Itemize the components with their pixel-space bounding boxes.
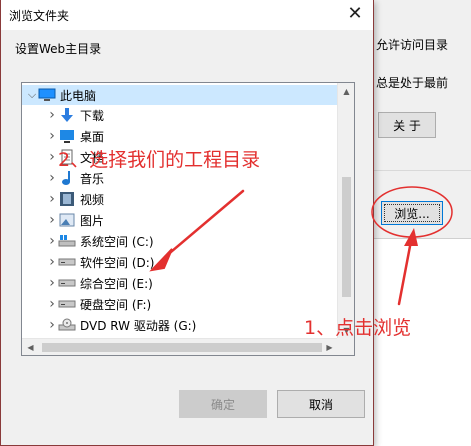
chevron-right-icon[interactable]: ›	[46, 254, 58, 270]
tree-item[interactable]: › 桌面	[22, 126, 338, 146]
chevron-down-icon[interactable]: ⌵	[26, 88, 38, 102]
tree-item-label: 桌面	[80, 129, 105, 144]
chevron-right-icon[interactable]: ›	[46, 212, 58, 228]
desktop-icon	[58, 128, 76, 144]
vertical-scroll-thumb[interactable]	[342, 177, 351, 297]
tree-item[interactable]: › 图片	[22, 210, 338, 230]
log-area	[370, 238, 471, 446]
dvd-drive-icon	[58, 317, 76, 333]
tree-item[interactable]: › 综合空间 (E:)	[22, 273, 338, 293]
tree-item-label: 视频	[80, 192, 105, 207]
ok-button[interactable]: 确定	[179, 390, 267, 418]
cancel-button[interactable]: 取消	[277, 390, 365, 418]
tree-item-label: 硬盘空间 (F:)	[80, 297, 152, 312]
tree-item[interactable]: › 下载	[22, 105, 338, 125]
video-icon	[58, 191, 76, 207]
dialog-prompt: 设置Web主目录	[15, 42, 102, 56]
tree-item-this-pc[interactable]: ⌵ 此电脑	[22, 85, 338, 105]
scrollbar-corner	[337, 338, 354, 355]
about-button[interactable]: 关 于	[378, 112, 436, 138]
drive-icon	[58, 275, 76, 291]
chevron-right-icon[interactable]: ›	[46, 233, 58, 249]
scroll-right-icon[interactable]: ▶	[321, 339, 338, 355]
chevron-right-icon[interactable]: ›	[46, 149, 58, 165]
tree-item-label: 音乐	[80, 171, 105, 186]
panel-divider	[370, 170, 471, 171]
folder-tree-rows: ⌵ 此电脑 › 下载 › 桌面 › 文档 › 音乐 › 视频 › 图片 › 系统空间 (C:) › 软件空间 (D…	[22, 83, 338, 353]
dialog-title: 浏览文件夹	[9, 9, 70, 23]
step1-annotation: 1、点击浏览	[304, 317, 412, 339]
picture-icon	[58, 212, 76, 228]
vertical-scrollbar[interactable]: ▲ ▼	[337, 83, 354, 339]
tree-item-label: 此电脑	[60, 88, 97, 103]
chevron-right-icon[interactable]: ›	[46, 296, 58, 312]
chevron-right-icon[interactable]: ›	[46, 107, 58, 123]
browse-folder-dialog: 浏览文件夹 ✕ 设置Web主目录 ⌵ 此电脑 › 下载 › 桌面 › 文档 › 音乐 › 视频 › 图片 ›…	[0, 0, 374, 446]
chevron-right-icon[interactable]: ›	[46, 191, 58, 207]
chevron-right-icon[interactable]: ›	[46, 170, 58, 186]
tree-item-label: 系统空间 (C:)	[80, 234, 154, 249]
download-icon	[58, 107, 76, 123]
music-icon	[58, 170, 76, 186]
chevron-right-icon[interactable]: ›	[46, 275, 58, 291]
tree-item-label: 软件空间 (D:)	[80, 255, 155, 270]
step2-annotation: 2、选择我们的工程目录	[58, 149, 261, 171]
tree-item[interactable]: › 硬盘空间 (F:)	[22, 294, 338, 314]
tree-item-label: 综合空间 (E:)	[80, 276, 153, 291]
horizontal-scroll-thumb[interactable]	[42, 343, 322, 352]
chevron-right-icon[interactable]: ›	[46, 128, 58, 144]
horizontal-scrollbar[interactable]: ◀ ▶	[22, 338, 338, 355]
tree-item-label: DVD RW 驱动器 (G:)	[80, 318, 197, 333]
chevron-right-icon[interactable]: ›	[46, 317, 58, 333]
allow-dir-label: 允许访问目录	[376, 38, 449, 52]
tree-item-label: 图片	[80, 213, 105, 228]
always-top-label: 总是处于最前	[376, 76, 449, 90]
close-icon[interactable]: ✕	[343, 3, 367, 25]
computer-icon	[38, 87, 56, 103]
system-drive-icon	[58, 233, 76, 249]
tree-item[interactable]: › 视频	[22, 189, 338, 209]
drive-icon	[58, 254, 76, 270]
tree-item-label: 下载	[80, 108, 105, 123]
scroll-left-icon[interactable]: ◀	[22, 339, 39, 355]
tree-item[interactable]: › 系统空间 (C:)	[22, 231, 338, 251]
tree-item[interactable]: › DVD RW 驱动器 (G:)	[22, 315, 338, 335]
tree-item[interactable]: › 软件空间 (D:)	[22, 252, 338, 272]
dialog-titlebar[interactable]: 浏览文件夹 ✕	[1, 0, 373, 30]
scroll-up-icon[interactable]: ▲	[338, 83, 354, 100]
browse-button[interactable]: 浏览...	[381, 201, 443, 225]
drive-icon	[58, 296, 76, 312]
